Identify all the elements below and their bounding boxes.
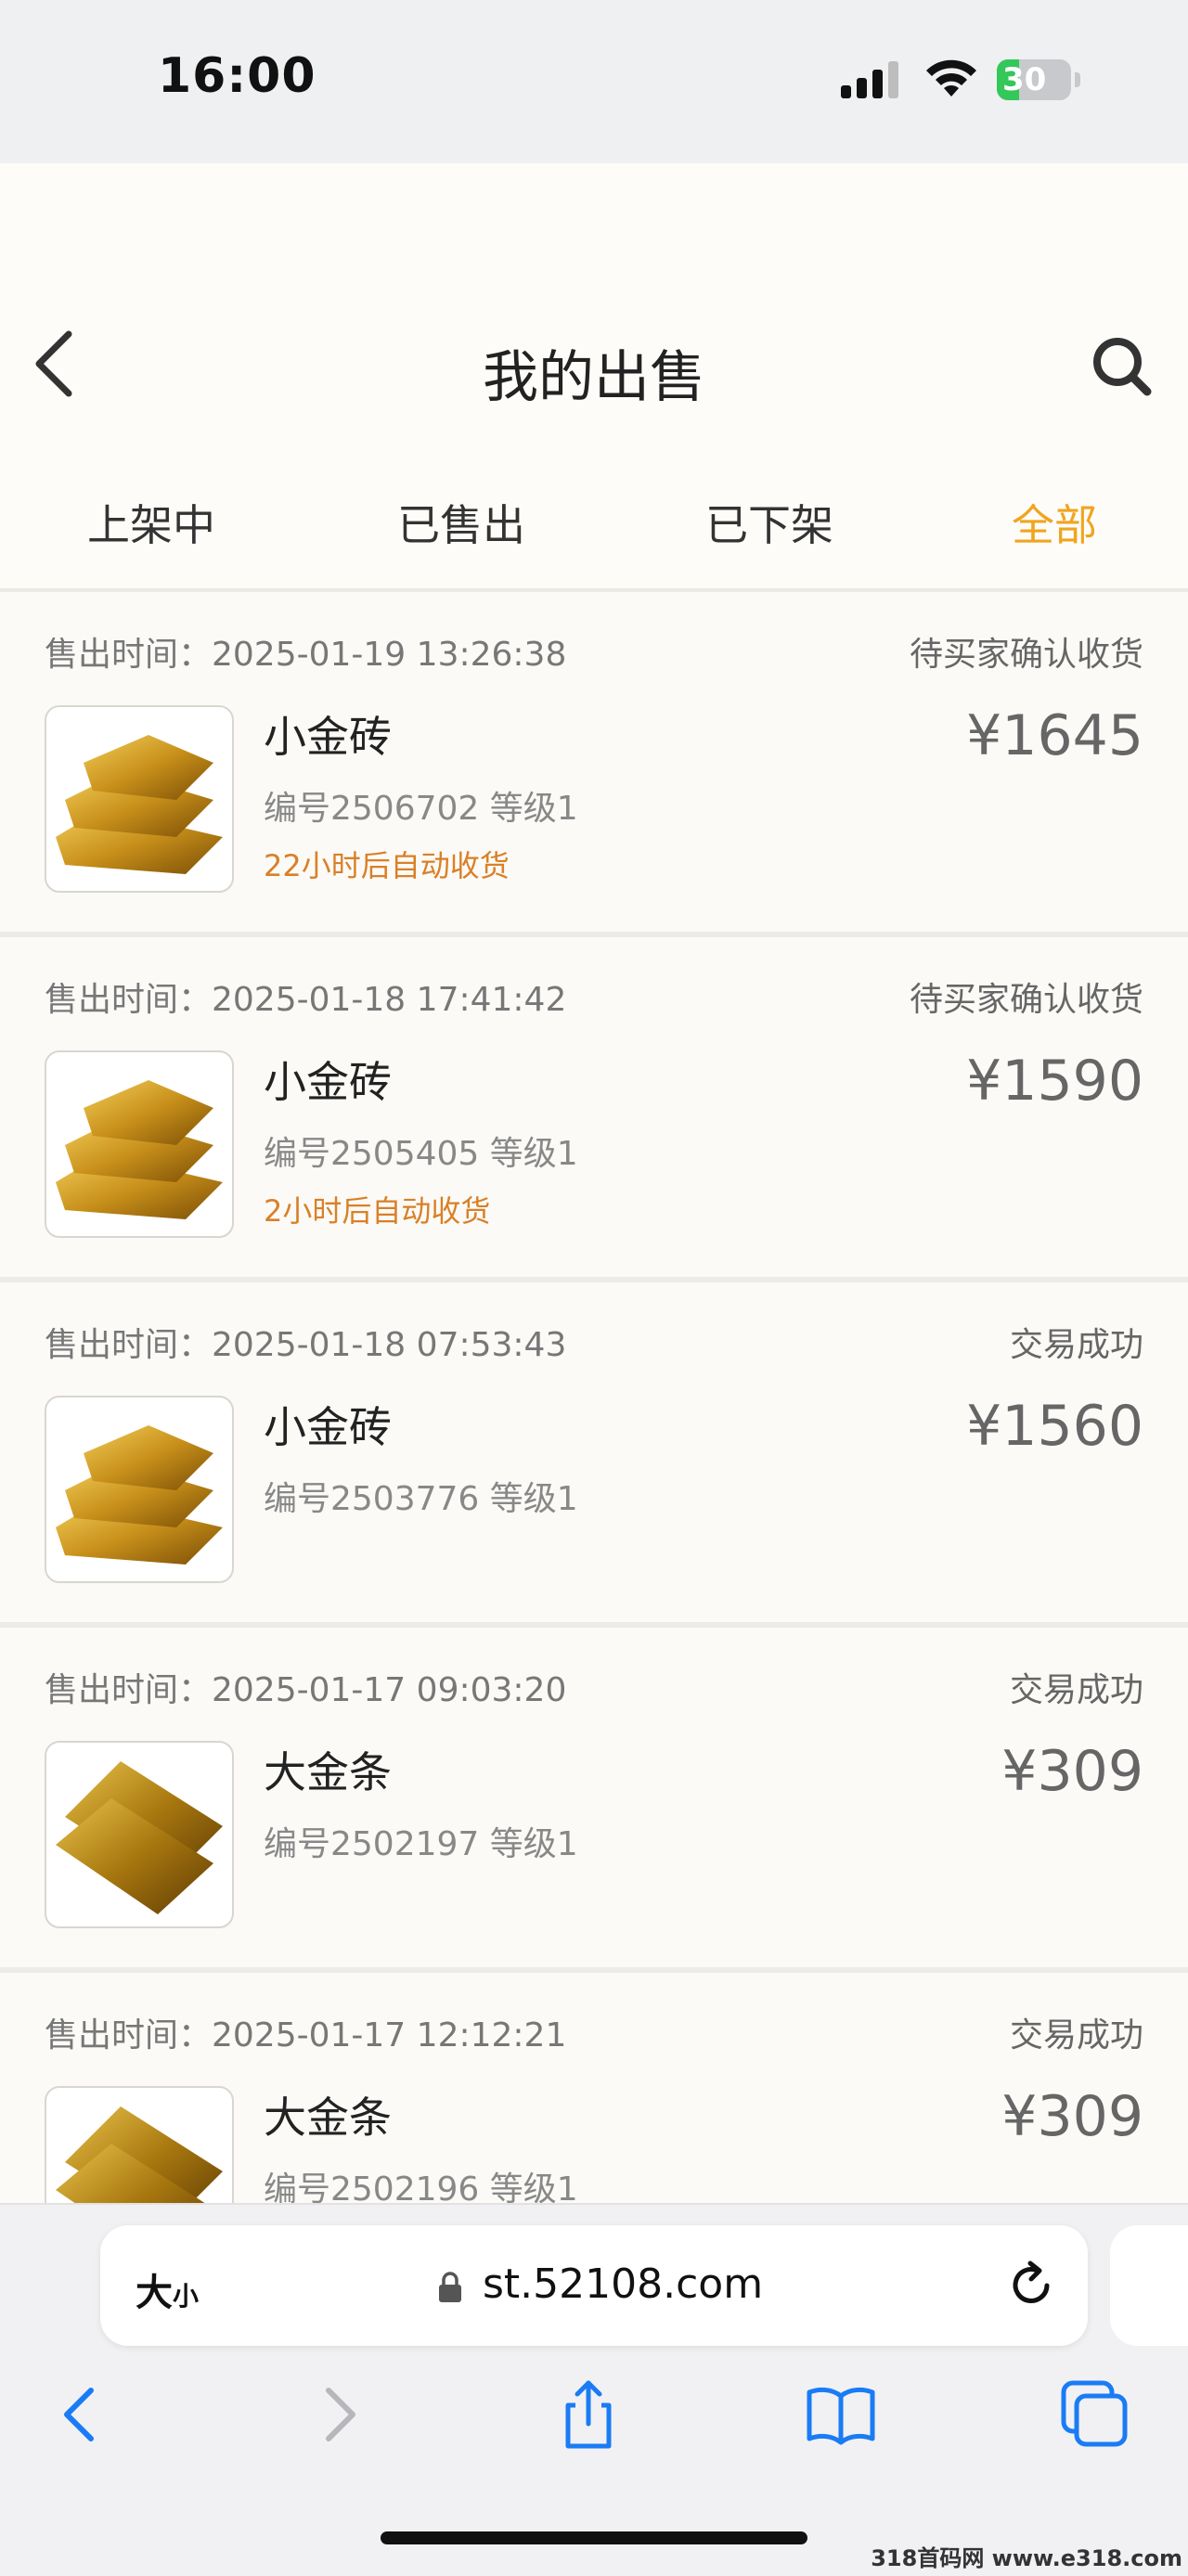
address-bar[interactable]: 大小 st.52108.com — [100, 2225, 1088, 2346]
tabs-icon[interactable] — [1058, 2377, 1132, 2452]
auto-receive-note: 2小时后自动收货 — [264, 1193, 491, 1229]
sale-time: 售出时间：2025-01-17 09:03:20 — [45, 1671, 567, 1709]
order-status: 交易成功 — [1009, 1671, 1143, 1709]
home-indicator — [381, 2531, 807, 2544]
status-bar: 16:00 30 — [0, 0, 1188, 163]
item-price: ¥309 — [1001, 2084, 1143, 2149]
browser-toolbar: 大小 st.52108.com 318首码网 www.e318.com — [0, 2203, 1188, 2576]
sale-time: 售出时间：2025-01-17 12:12:21 — [45, 2016, 567, 2054]
battery-charging-icon: 30 — [997, 59, 1082, 100]
item-price: ¥1590 — [966, 1049, 1143, 1114]
item-price: ¥1645 — [966, 703, 1143, 768]
bookmarks-icon[interactable] — [804, 2377, 878, 2452]
battery-level: 30 — [1002, 61, 1047, 98]
next-tab-preview[interactable] — [1110, 2225, 1188, 2346]
sale-time: 售出时间：2025-01-18 17:41:42 — [45, 981, 567, 1019]
text-size-small: 小 — [173, 2281, 200, 2312]
search-icon[interactable] — [1088, 332, 1155, 399]
gold-bar-icon — [45, 2086, 234, 2205]
item-price: ¥309 — [1001, 1739, 1143, 1804]
item-name: 大金条 — [264, 1747, 392, 1797]
sale-time: 售出时间：2025-01-18 07:53:43 — [45, 1326, 567, 1364]
gold-brick-icon — [45, 705, 234, 893]
item-meta: 编号2503776 等级1 — [264, 1480, 578, 1518]
item-meta: 编号2502196 等级1 — [264, 2170, 578, 2205]
order-card[interactable]: 售出时间：2025-01-17 12:12:21 交易成功 大金条 编号2502… — [0, 1975, 1188, 2205]
item-meta: 编号2506702 等级1 — [264, 790, 578, 828]
page-title: 我的出售 — [483, 345, 705, 410]
order-list: 售出时间：2025-01-19 13:26:38 待买家确认收货 小金砖 编号2… — [0, 590, 1188, 2205]
item-name: 小金砖 — [264, 1057, 392, 1107]
share-icon[interactable] — [551, 2377, 626, 2452]
item-price: ¥1560 — [966, 1394, 1143, 1459]
gold-brick-icon — [45, 1396, 234, 1583]
order-card[interactable]: 售出时间：2025-01-17 09:03:20 交易成功 大金条 编号2502… — [0, 1629, 1188, 1973]
tab-on-sale[interactable]: 上架中 — [87, 492, 215, 553]
item-name: 大金条 — [264, 2093, 392, 2143]
order-card[interactable]: 售出时间：2025-01-19 13:26:38 待买家确认收货 小金砖 编号2… — [0, 594, 1188, 937]
back-icon[interactable] — [43, 2377, 117, 2452]
order-status: 待买家确认收货 — [909, 981, 1143, 1019]
auto-receive-note: 22小时后自动收货 — [264, 848, 510, 883]
order-card[interactable]: 售出时间：2025-01-18 17:41:42 待买家确认收货 小金砖 编号2… — [0, 939, 1188, 1282]
order-card[interactable]: 售出时间：2025-01-18 07:53:43 交易成功 小金砖 编号2503… — [0, 1284, 1188, 1628]
item-name: 小金砖 — [264, 1402, 392, 1452]
watermark: 318首码网 www.e318.com — [871, 2545, 1182, 2571]
gold-bar-icon — [45, 1741, 234, 1928]
lock-icon — [439, 2272, 461, 2302]
tab-sold[interactable]: 已售出 — [397, 492, 525, 553]
order-status: 交易成功 — [1009, 1326, 1143, 1364]
status-time: 16:00 — [158, 48, 316, 104]
text-size-button[interactable]: 大小 — [136, 2262, 199, 2316]
gold-brick-icon — [45, 1050, 234, 1238]
reload-icon[interactable] — [1004, 2259, 1058, 2312]
item-name: 小金砖 — [264, 712, 392, 762]
wifi-icon — [926, 59, 976, 97]
order-status: 待买家确认收货 — [909, 636, 1143, 674]
item-meta: 编号2502197 等级1 — [264, 1825, 578, 1863]
forward-icon[interactable] — [303, 2377, 377, 2452]
order-status: 交易成功 — [1009, 2016, 1143, 2054]
text-size-large: 大 — [136, 2272, 173, 2314]
tab-removed[interactable]: 已下架 — [705, 492, 833, 553]
filter-tabs: 上架中 已售出 已下架 全部 — [0, 464, 1188, 575]
tab-all[interactable]: 全部 — [1012, 492, 1097, 553]
signal-icon — [841, 61, 898, 98]
url-text: st.52108.com — [483, 2260, 764, 2308]
sale-time: 售出时间：2025-01-19 13:26:38 — [45, 636, 567, 674]
item-meta: 编号2505405 等级1 — [264, 1135, 578, 1173]
